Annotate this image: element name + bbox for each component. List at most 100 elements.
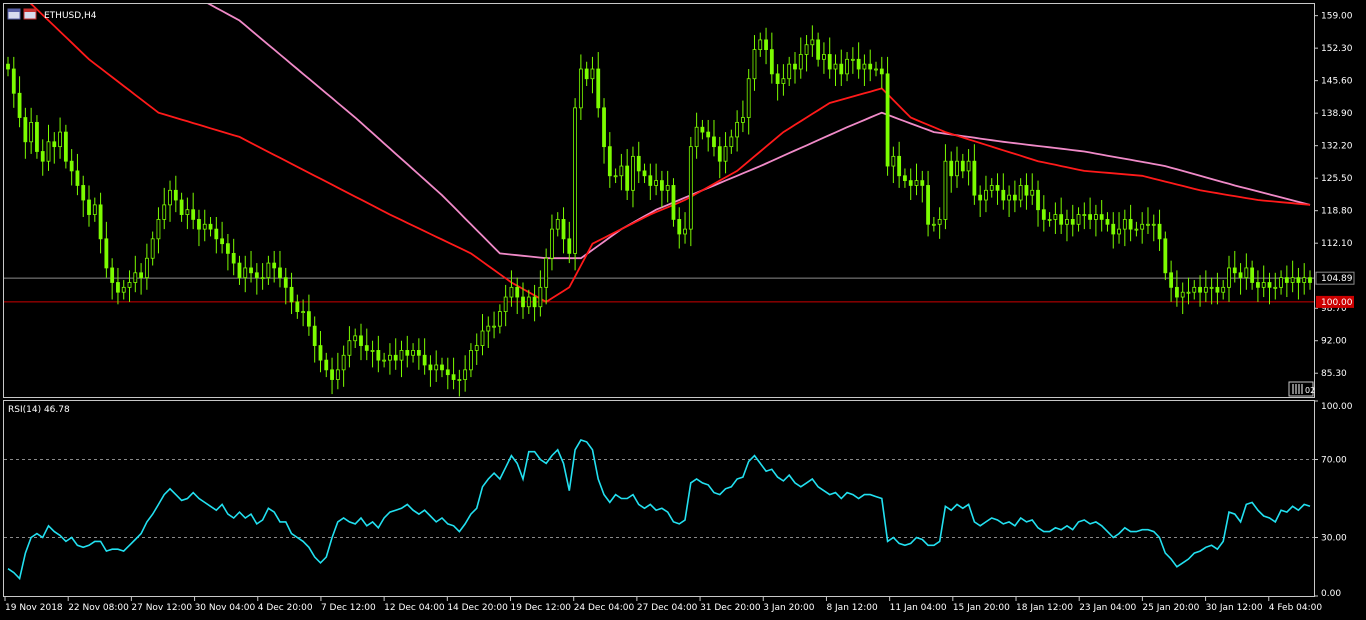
candle-body xyxy=(521,296,525,308)
candle-body xyxy=(1093,214,1098,220)
window-restore-icon[interactable] xyxy=(7,8,21,20)
candle-body xyxy=(1146,223,1150,226)
candle-body xyxy=(382,359,387,362)
candle-body xyxy=(816,39,821,60)
level-price-label: 100.00 xyxy=(1321,298,1353,308)
candle-body xyxy=(1151,223,1156,226)
shift-chart-icon[interactable]: 02 xyxy=(1288,381,1315,397)
candle-body xyxy=(1244,267,1249,279)
candle-body xyxy=(69,160,74,172)
candle-body xyxy=(1001,189,1006,201)
candle-body xyxy=(347,340,352,356)
candle-body xyxy=(1059,214,1064,225)
candle-body xyxy=(862,63,867,70)
candle-body xyxy=(683,228,687,235)
symbol-title: ETHUSD,H4 xyxy=(44,11,97,21)
window-maximize-icon[interactable] xyxy=(23,8,37,20)
candle-body xyxy=(561,219,566,240)
candle-body xyxy=(752,49,757,80)
candle-body xyxy=(526,296,531,308)
candle-body xyxy=(23,117,28,143)
candle-body xyxy=(266,262,271,279)
time-tick-label: 19 Nov 2018 xyxy=(5,603,63,613)
candle-body xyxy=(578,68,583,109)
candle-body xyxy=(92,204,97,215)
candle-body xyxy=(631,155,635,191)
price-tick-label: 152.30 xyxy=(1321,44,1353,54)
candle-body xyxy=(191,209,196,220)
candle-body xyxy=(1105,219,1110,225)
candle-body xyxy=(98,204,103,240)
candle-body xyxy=(1186,291,1191,294)
candle-body xyxy=(920,180,925,186)
time-tick-label: 12 Dec 04:00 xyxy=(384,603,445,613)
candle-body xyxy=(775,73,780,84)
time-tick-label: 7 Dec 12:00 xyxy=(321,603,376,613)
candle-body xyxy=(1157,223,1162,240)
candle-body xyxy=(307,311,311,327)
candle-body xyxy=(544,257,549,288)
price-tick-label: 112.10 xyxy=(1321,239,1353,249)
candle-body xyxy=(133,272,138,283)
time-tick-label: 27 Nov 12:00 xyxy=(131,603,192,613)
candle-body xyxy=(891,155,896,167)
time-tick-label: 18 Jan 12:00 xyxy=(1016,603,1073,613)
price-tick-label: 118.80 xyxy=(1321,207,1353,217)
candle-body xyxy=(1018,185,1023,201)
candle-body xyxy=(81,185,86,201)
candle-body xyxy=(341,354,346,371)
candle-body xyxy=(903,175,907,182)
candle-body xyxy=(1273,286,1278,289)
candle-body xyxy=(538,286,543,308)
candle-body xyxy=(474,345,479,351)
candle-body xyxy=(220,238,225,245)
candle-body xyxy=(1099,214,1104,220)
candle-body xyxy=(833,63,838,70)
candle-body xyxy=(1227,267,1231,288)
candle-body xyxy=(1122,219,1127,230)
time-tick-label: 25 Jan 20:00 xyxy=(1142,603,1199,613)
candle-body xyxy=(659,180,664,191)
candle-body xyxy=(1203,286,1208,293)
candle-body xyxy=(376,350,381,361)
current-price-tag: 104.89 xyxy=(1315,271,1355,285)
candle-body xyxy=(584,68,589,80)
candle-body xyxy=(480,330,485,346)
candle-body xyxy=(150,238,155,259)
candle-body xyxy=(260,277,265,280)
price-tick-label: 145.60 xyxy=(1321,77,1353,87)
candle-body xyxy=(1209,286,1214,289)
rsi-tick-label: 70.00 xyxy=(1321,456,1347,466)
price-tick-label: 85.30 xyxy=(1321,369,1347,379)
candle-body xyxy=(46,141,51,162)
candle-body xyxy=(602,107,606,148)
candle-body xyxy=(162,204,167,220)
candle-body xyxy=(769,49,774,75)
candle-body xyxy=(995,185,1000,191)
time-tick-label: 31 Dec 20:00 xyxy=(700,603,761,613)
candle-body xyxy=(908,180,913,186)
candle-body xyxy=(428,364,433,371)
candle xyxy=(573,98,577,271)
candle-body xyxy=(185,209,190,215)
candle-body xyxy=(1163,238,1168,274)
candle-body xyxy=(764,39,768,51)
candle-body xyxy=(943,160,948,220)
candle-body xyxy=(214,228,219,240)
candle-body xyxy=(926,185,930,225)
candle-body xyxy=(1169,272,1174,288)
candle-body xyxy=(856,58,861,70)
candle-body xyxy=(1175,286,1179,298)
chart-window[interactable]: 159.00 152.30 145.60 138.90 132.20 125.50 118.… xyxy=(0,0,1366,620)
candle-body xyxy=(746,78,751,118)
candle-body xyxy=(289,286,294,303)
candle-body xyxy=(688,146,693,230)
candle-body xyxy=(700,126,705,133)
candle-body xyxy=(1088,214,1093,220)
candle-body xyxy=(1180,291,1185,298)
candle-body xyxy=(237,262,242,279)
svg-text:02: 02 xyxy=(1305,386,1315,395)
price-tick-label: 125.50 xyxy=(1321,174,1353,184)
candle-body xyxy=(1232,267,1237,274)
candle-body xyxy=(87,199,91,215)
